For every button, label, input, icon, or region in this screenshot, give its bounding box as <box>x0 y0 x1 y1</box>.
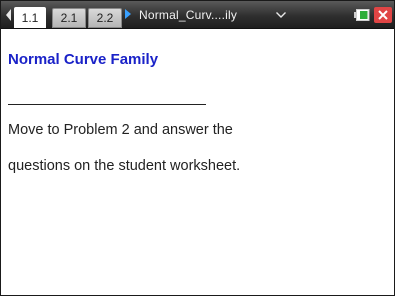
left-arrow-icon[interactable] <box>6 9 11 21</box>
divider <box>8 104 206 105</box>
instruction-line-1: Move to Problem 2 and answer the <box>8 122 233 138</box>
tab-bar: 1.1 2.1 2.2 Normal_Curv....ily <box>1 1 394 29</box>
battery-icon <box>354 9 370 21</box>
instruction-line-2: questions on the student worksheet. <box>8 158 241 174</box>
right-arrow-icon[interactable] <box>125 9 131 19</box>
tab-2-2[interactable]: 2.2 <box>88 8 122 28</box>
page-heading: Normal Curve Family <box>8 51 159 68</box>
chevron-down-icon[interactable] <box>276 12 286 18</box>
document-title[interactable]: Normal_Curv....ily <box>139 6 237 24</box>
close-icon[interactable] <box>374 7 392 23</box>
tab-1-1[interactable]: 1.1 <box>14 7 46 28</box>
tab-2-1[interactable]: 2.1 <box>52 8 86 28</box>
app-window: 1.1 2.1 2.2 Normal_Curv....ily Normal Cu… <box>0 0 395 296</box>
page-content: Normal Curve Family Move to Problem 2 an… <box>1 29 394 295</box>
